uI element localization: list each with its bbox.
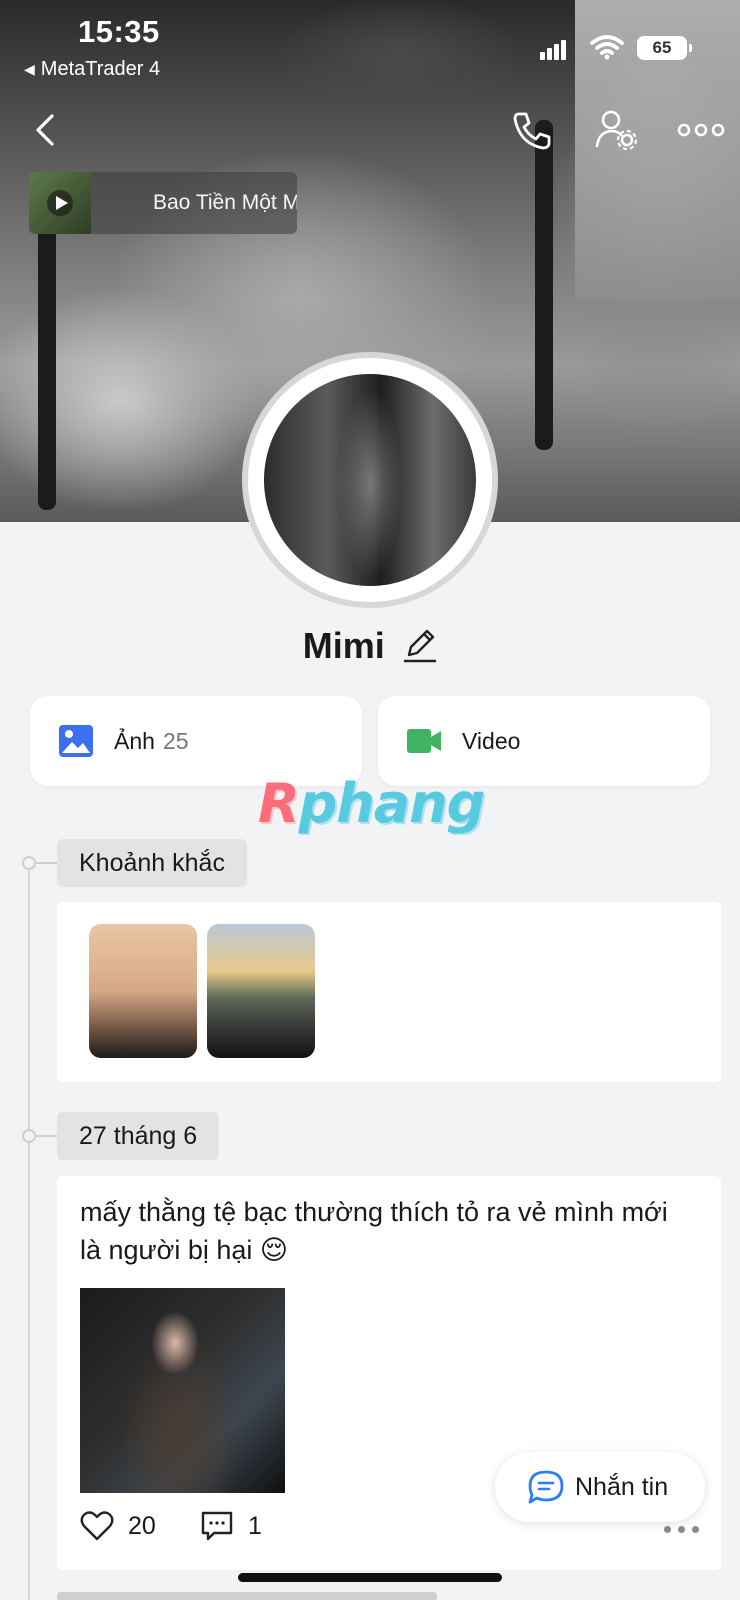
back-to-app-link[interactable]: ◀ MetaTrader 4	[24, 58, 160, 81]
chat-bubble-icon	[528, 1470, 564, 1504]
cellular-signal-icon	[540, 38, 566, 60]
send-message-button[interactable]: Nhắn tin	[495, 1452, 705, 1522]
post-date-label: 27 tháng 6	[57, 1112, 220, 1160]
moment-thumbnail[interactable]	[89, 924, 197, 1058]
back-triangle-icon: ◀	[24, 61, 35, 77]
timeline-dot	[22, 856, 36, 870]
cover-decoration	[38, 210, 56, 510]
phone-call-icon[interactable]	[508, 108, 556, 152]
watermark-logo: Rphang	[258, 772, 485, 835]
timeline-line	[28, 862, 30, 1600]
status-time: 15:35	[78, 14, 160, 49]
moments-card	[57, 902, 721, 1082]
play-icon[interactable]	[47, 190, 73, 216]
video-camera-icon	[407, 729, 441, 753]
home-indicator[interactable]	[238, 1573, 502, 1582]
moment-thumbnail[interactable]	[207, 924, 315, 1058]
photos-count: 25	[162, 728, 189, 754]
wifi-icon	[590, 35, 624, 60]
post-image[interactable]	[80, 1288, 285, 1493]
comment-button[interactable]: 1	[200, 1510, 262, 1542]
photos-label: Ảnh 25	[114, 728, 189, 754]
timeline-connector	[36, 862, 58, 864]
profile-music-player[interactable]: Bao Tiền Một Mớ	[29, 172, 297, 234]
moments-section-label: Khoảnh khắc	[57, 839, 247, 887]
comment-count: 1	[248, 1511, 262, 1540]
next-post-edge	[57, 1592, 437, 1600]
comment-icon	[201, 1511, 233, 1541]
music-title: Bao Tiền Một Mớ	[153, 191, 297, 214]
like-button[interactable]: 20	[80, 1510, 156, 1542]
photo-icon	[59, 725, 93, 757]
profile-settings-icon[interactable]	[594, 108, 642, 152]
battery-indicator: 65	[637, 36, 692, 60]
timeline-dot	[22, 1129, 36, 1143]
post-text: mấy thằng tệ bạc thường thích tỏ ra vẻ m…	[80, 1197, 668, 1265]
post-more-icon[interactable]	[664, 1526, 700, 1534]
back-app-label: MetaTrader 4	[40, 58, 161, 80]
videos-label: Video	[462, 728, 521, 754]
cover-decoration	[535, 120, 553, 450]
back-arrow-icon[interactable]	[30, 110, 60, 150]
more-options-icon[interactable]	[676, 108, 726, 152]
profile-name: Mimi	[302, 625, 385, 666]
edit-name-icon[interactable]	[403, 627, 437, 665]
music-thumbnail	[29, 172, 91, 234]
status-bar: 15:35 ◀ MetaTrader 4 65	[0, 0, 740, 90]
profile-name-row: Mimi	[0, 625, 740, 667]
send-message-label: Nhắn tin	[575, 1472, 669, 1501]
avatar-image	[264, 374, 476, 586]
avatar[interactable]	[242, 352, 498, 608]
heart-icon	[80, 1511, 114, 1541]
timeline-connector	[36, 1135, 58, 1137]
like-count: 20	[128, 1511, 156, 1540]
